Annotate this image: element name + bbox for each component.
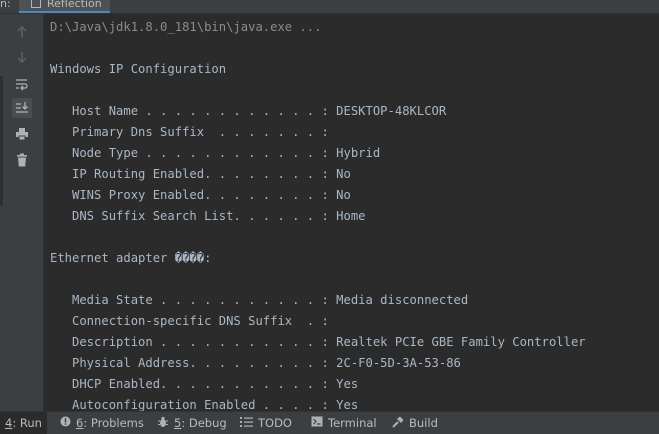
tab-debug-label: : Debug bbox=[181, 416, 227, 430]
soft-wrap-icon[interactable] bbox=[12, 74, 32, 94]
terminal-icon bbox=[311, 416, 323, 430]
todo-icon bbox=[240, 416, 253, 430]
down-arrow-icon[interactable] bbox=[12, 47, 32, 67]
console-line: Autoconfiguration Enabled . . . . : Yes bbox=[50, 398, 359, 411]
console-line: Node Type . . . . . . . . . . . . : Hybr… bbox=[50, 146, 381, 160]
tab-run-label: : Run bbox=[12, 416, 42, 430]
run-config-icon bbox=[31, 0, 41, 8]
console-line: DNS Suffix Search List. . . . . . : Home bbox=[50, 209, 366, 223]
console-line: Host Name . . . . . . . . . . . . : DESK… bbox=[50, 104, 447, 118]
tab-todo[interactable]: TODO bbox=[240, 412, 292, 434]
tab-todo-label: TODO bbox=[258, 416, 292, 430]
command-line: D:\Java\jdk1.8.0_181\bin\java.exe ... bbox=[50, 20, 322, 34]
build-icon bbox=[392, 416, 404, 431]
console-line: Description . . . . . . . . . . . : Real… bbox=[50, 335, 586, 349]
problems-icon bbox=[60, 416, 71, 430]
console-line: DHCP Enabled. . . . . . . . . . . : Yes bbox=[50, 377, 359, 391]
console-line: Connection-specific DNS Suffix . : bbox=[50, 314, 329, 328]
scroll-to-end-icon[interactable] bbox=[12, 98, 32, 118]
tab-terminal[interactable]: Terminal bbox=[311, 412, 377, 434]
tab-build[interactable]: Build bbox=[392, 412, 438, 434]
run-label: n: bbox=[0, 0, 11, 10]
tab-build-label: Build bbox=[409, 416, 438, 430]
tab-run[interactable]: 4: Run bbox=[0, 412, 47, 434]
console-line: WINS Proxy Enabled. . . . . . . . : No bbox=[50, 188, 351, 202]
console-toolbar bbox=[0, 14, 44, 411]
console-line: Ethernet adapter ����: bbox=[50, 251, 212, 265]
debug-icon bbox=[157, 416, 169, 431]
tab-reflection-label: Reflection bbox=[47, 0, 102, 10]
tab-reflection[interactable]: Reflection bbox=[19, 0, 110, 13]
console-line: Windows IP Configuration bbox=[50, 62, 227, 76]
tab-terminal-label: Terminal bbox=[328, 416, 377, 430]
trash-icon[interactable] bbox=[12, 150, 32, 170]
console-output[interactable]: D:\Java\jdk1.8.0_181\bin\java.exe ... Wi… bbox=[44, 14, 659, 411]
tab-debug[interactable]: 5: Debug bbox=[157, 412, 227, 434]
print-icon[interactable] bbox=[12, 124, 32, 144]
tool-window-bar: 4: Run 6: Problems 5: Debug TODO Termina… bbox=[0, 411, 659, 434]
console-line: Media State . . . . . . . . . . . : Medi… bbox=[50, 293, 469, 307]
console-line: IP Routing Enabled. . . . . . . . : No bbox=[50, 167, 351, 181]
up-arrow-icon[interactable] bbox=[12, 22, 32, 42]
tab-problems-label: : Problems bbox=[83, 416, 144, 430]
console-line: Primary Dns Suffix . . . . . . . : bbox=[50, 125, 329, 139]
console-line: Physical Address. . . . . . . . . : 2C-F… bbox=[50, 356, 461, 370]
run-toolwindow-header: n: Reflection bbox=[0, 0, 659, 14]
tab-problems[interactable]: 6: Problems bbox=[60, 412, 144, 434]
toolbar-edge bbox=[0, 76, 3, 206]
